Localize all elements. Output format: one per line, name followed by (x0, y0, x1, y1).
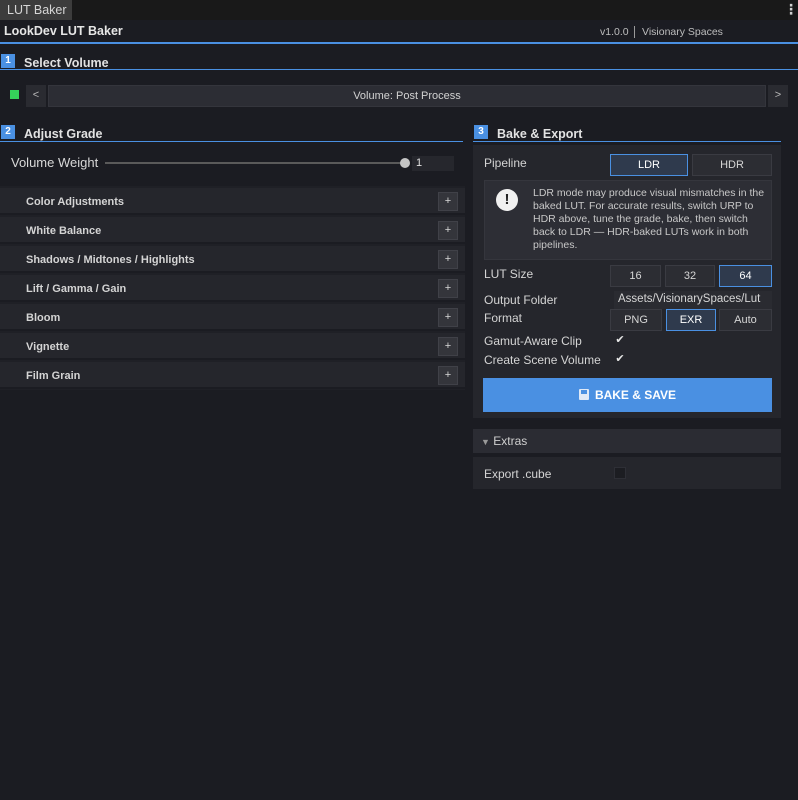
ldr-warning-text: LDR mode may produce visual mismatches i… (533, 187, 765, 251)
volume-color-swatch (10, 90, 19, 99)
add-override-button[interactable]: + (438, 221, 458, 240)
version-label: v1.0.0 (600, 26, 629, 38)
format-label: Format (484, 311, 523, 325)
lut-size-32-button[interactable]: 32 (665, 265, 715, 287)
add-override-button[interactable]: + (438, 366, 458, 385)
bake-and-save-button[interactable]: BAKE & SAVE (483, 378, 772, 412)
grade-override-label: Bloom (26, 312, 61, 324)
add-override-button[interactable]: + (438, 337, 458, 356)
brand-label: Visionary Spaces (642, 26, 723, 38)
volume-weight-slider-thumb[interactable] (400, 158, 410, 168)
lut-size-64-button[interactable]: 64 (719, 265, 772, 287)
lut-size-16-button[interactable]: 16 (610, 265, 661, 287)
window-tab-bar (0, 0, 798, 20)
volume-prev-button[interactable]: < (26, 85, 46, 107)
section-title-adjust-grade: Adjust Grade (24, 127, 103, 141)
section-number-3: 3 (474, 125, 488, 139)
add-override-button[interactable]: + (438, 308, 458, 327)
volume-selector[interactable]: Volume: Post Process (48, 85, 766, 107)
grade-override-row[interactable]: Vignette + (0, 333, 465, 360)
section-divider (0, 69, 798, 70)
create-scene-volume-label: Create Scene Volume (484, 353, 601, 367)
triangle-down-icon: ▼ (481, 437, 490, 447)
gamut-aware-clip-checkbox[interactable]: ✔ (614, 334, 626, 346)
section-divider (0, 141, 463, 142)
volume-weight-slider[interactable] (105, 162, 407, 164)
window-tab[interactable]: LUT Baker (0, 0, 72, 20)
output-folder-label: Output Folder (484, 293, 558, 307)
header-divider (634, 26, 635, 38)
grade-override-row[interactable]: Shadows / Midtones / Highlights + (0, 246, 465, 273)
extras-foldout-label[interactable]: ▼ Extras (481, 434, 527, 448)
volume-next-button[interactable]: > (768, 85, 788, 107)
ellipsis-vertical-icon[interactable]: ⋮ (784, 1, 798, 17)
pipeline-ldr-button[interactable]: LDR (610, 154, 688, 176)
grade-override-label: Color Adjustments (26, 196, 124, 208)
grade-override-label: Film Grain (26, 370, 81, 382)
grade-override-label: Shadows / Midtones / Highlights (26, 254, 195, 266)
section-number-1: 1 (1, 54, 15, 68)
grade-override-row[interactable]: Lift / Gamma / Gain + (0, 275, 465, 302)
section-number-2: 2 (1, 125, 15, 139)
section-title-bake-export: Bake & Export (497, 127, 583, 141)
volume-weight-label: Volume Weight (11, 155, 99, 170)
add-override-button[interactable]: + (438, 279, 458, 298)
pipeline-label: Pipeline (484, 156, 527, 170)
export-cube-label: Export .cube (484, 467, 552, 481)
section-divider (473, 141, 781, 142)
format-exr-button[interactable]: EXR (666, 309, 716, 331)
floppy-disk-icon (578, 389, 589, 400)
volume-weight-input[interactable]: 1 (412, 156, 454, 171)
app-title: LookDev LUT Baker (4, 24, 123, 38)
add-override-button[interactable]: + (438, 250, 458, 269)
header-accent-line (0, 42, 798, 44)
grade-override-label: Lift / Gamma / Gain (26, 283, 127, 295)
pipeline-hdr-button[interactable]: HDR (692, 154, 772, 176)
create-scene-volume-checkbox[interactable]: ✔ (614, 353, 626, 365)
export-cube-checkbox[interactable] (614, 467, 626, 479)
lut-size-label: LUT Size (484, 267, 534, 281)
exclamation-icon: ! (496, 189, 518, 211)
grade-override-label: Vignette (26, 341, 70, 353)
grade-override-row[interactable]: Color Adjustments + (0, 188, 465, 215)
bake-and-save-label: BAKE & SAVE (594, 388, 677, 402)
grade-override-row[interactable]: Film Grain + (0, 362, 465, 389)
extras-title: Extras (493, 434, 528, 448)
grade-override-label: White Balance (26, 225, 102, 237)
output-folder-field[interactable]: Assets/VisionarySpaces/Lut (614, 291, 772, 309)
gamut-aware-clip-label: Gamut-Aware Clip (484, 334, 582, 348)
add-override-button[interactable]: + (438, 192, 458, 211)
grade-override-row[interactable]: White Balance + (0, 217, 465, 244)
format-auto-button[interactable]: Auto (719, 309, 772, 331)
grade-override-row[interactable]: Bloom + (0, 304, 465, 331)
format-png-button[interactable]: PNG (610, 309, 662, 331)
section-title-select-volume: Select Volume (24, 56, 109, 70)
